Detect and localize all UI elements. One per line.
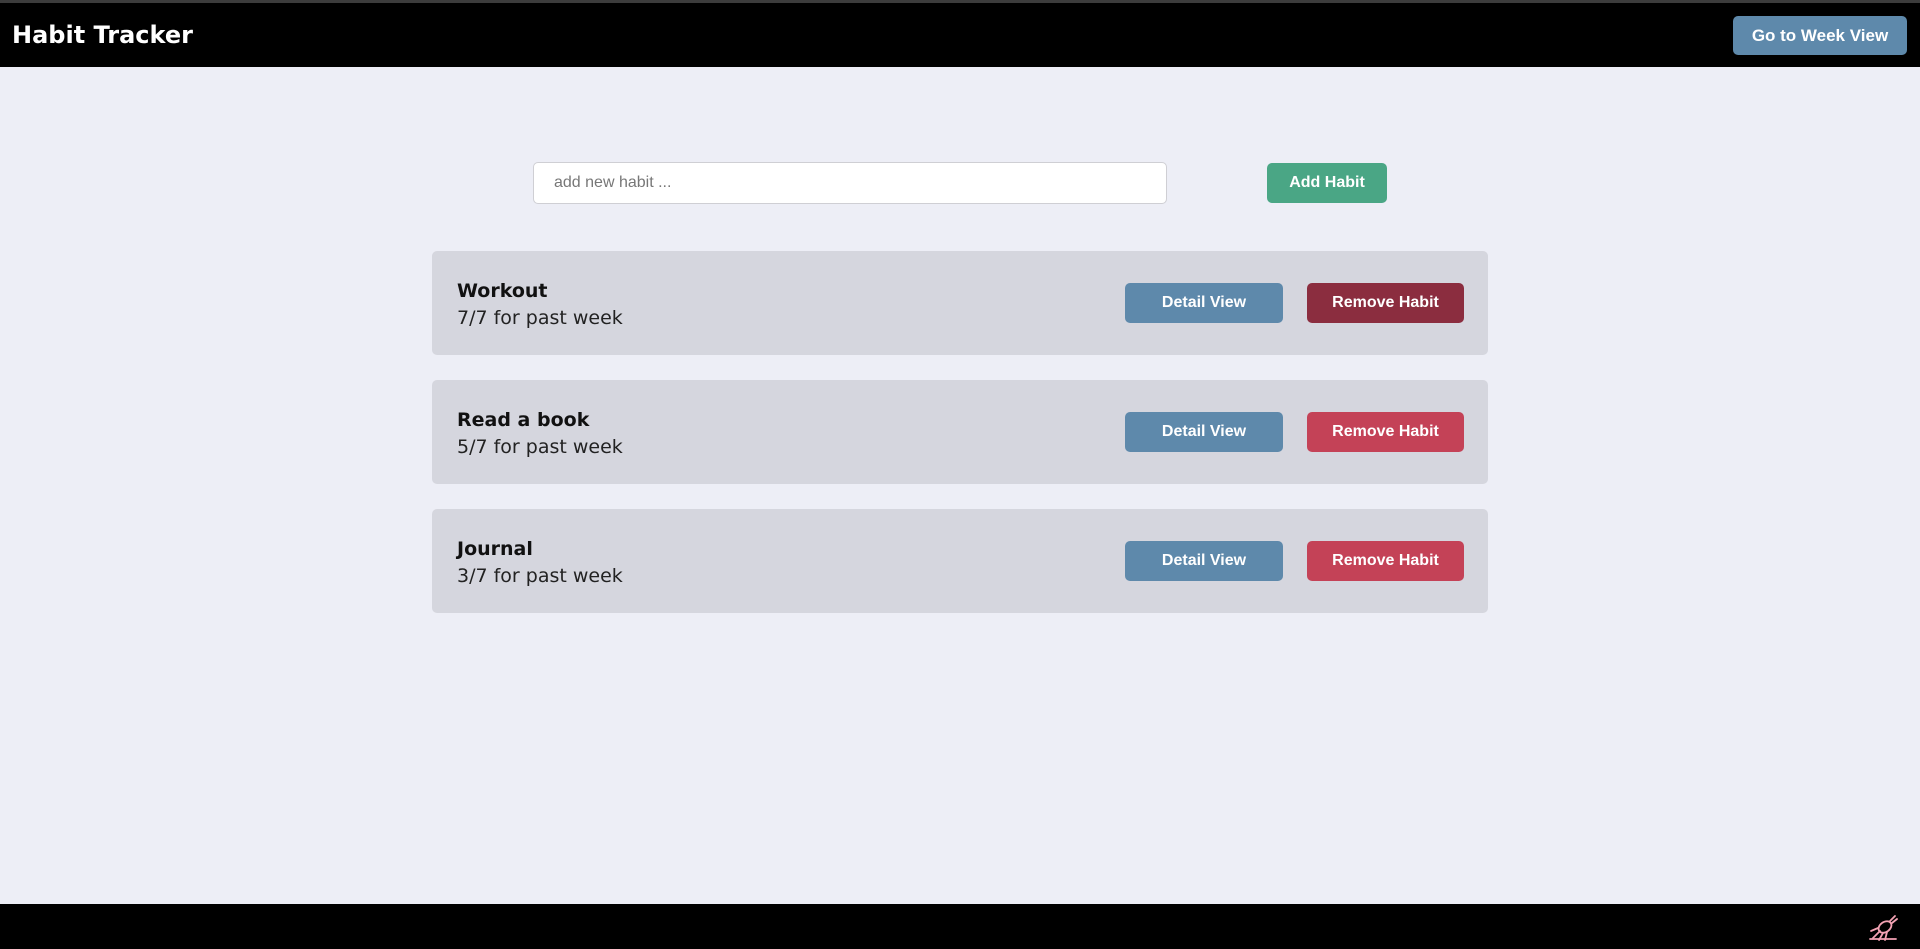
detail-view-button[interactable]: Detail View xyxy=(1125,283,1283,323)
habit-stat: 7/7 for past week xyxy=(457,307,623,329)
app-title: Habit Tracker xyxy=(12,21,193,49)
habit-card: Journal 3/7 for past week Detail View Re… xyxy=(432,509,1488,613)
go-to-week-view-button[interactable]: Go to Week View xyxy=(1733,16,1907,55)
habit-name: Read a book xyxy=(457,409,590,431)
remove-habit-button[interactable]: Remove Habit xyxy=(1307,283,1464,323)
habit-stat: 3/7 for past week xyxy=(457,565,623,587)
footer xyxy=(0,904,1920,949)
new-habit-input[interactable] xyxy=(533,162,1167,204)
detail-view-button[interactable]: Detail View xyxy=(1125,541,1283,581)
habit-list: Workout 7/7 for past week Detail View Re… xyxy=(432,251,1488,638)
navbar: Habit Tracker Go to Week View xyxy=(0,3,1920,67)
bug-icon[interactable] xyxy=(1868,914,1898,942)
habit-name: Journal xyxy=(457,538,533,560)
remove-habit-button[interactable]: Remove Habit xyxy=(1307,412,1464,452)
add-habit-button[interactable]: Add Habit xyxy=(1267,163,1387,203)
habit-stat: 5/7 for past week xyxy=(457,436,623,458)
habit-card: Workout 7/7 for past week Detail View Re… xyxy=(432,251,1488,355)
habit-name: Workout xyxy=(457,280,548,302)
remove-habit-button[interactable]: Remove Habit xyxy=(1307,541,1464,581)
habit-card: Read a book 5/7 for past week Detail Vie… xyxy=(432,380,1488,484)
detail-view-button[interactable]: Detail View xyxy=(1125,412,1283,452)
